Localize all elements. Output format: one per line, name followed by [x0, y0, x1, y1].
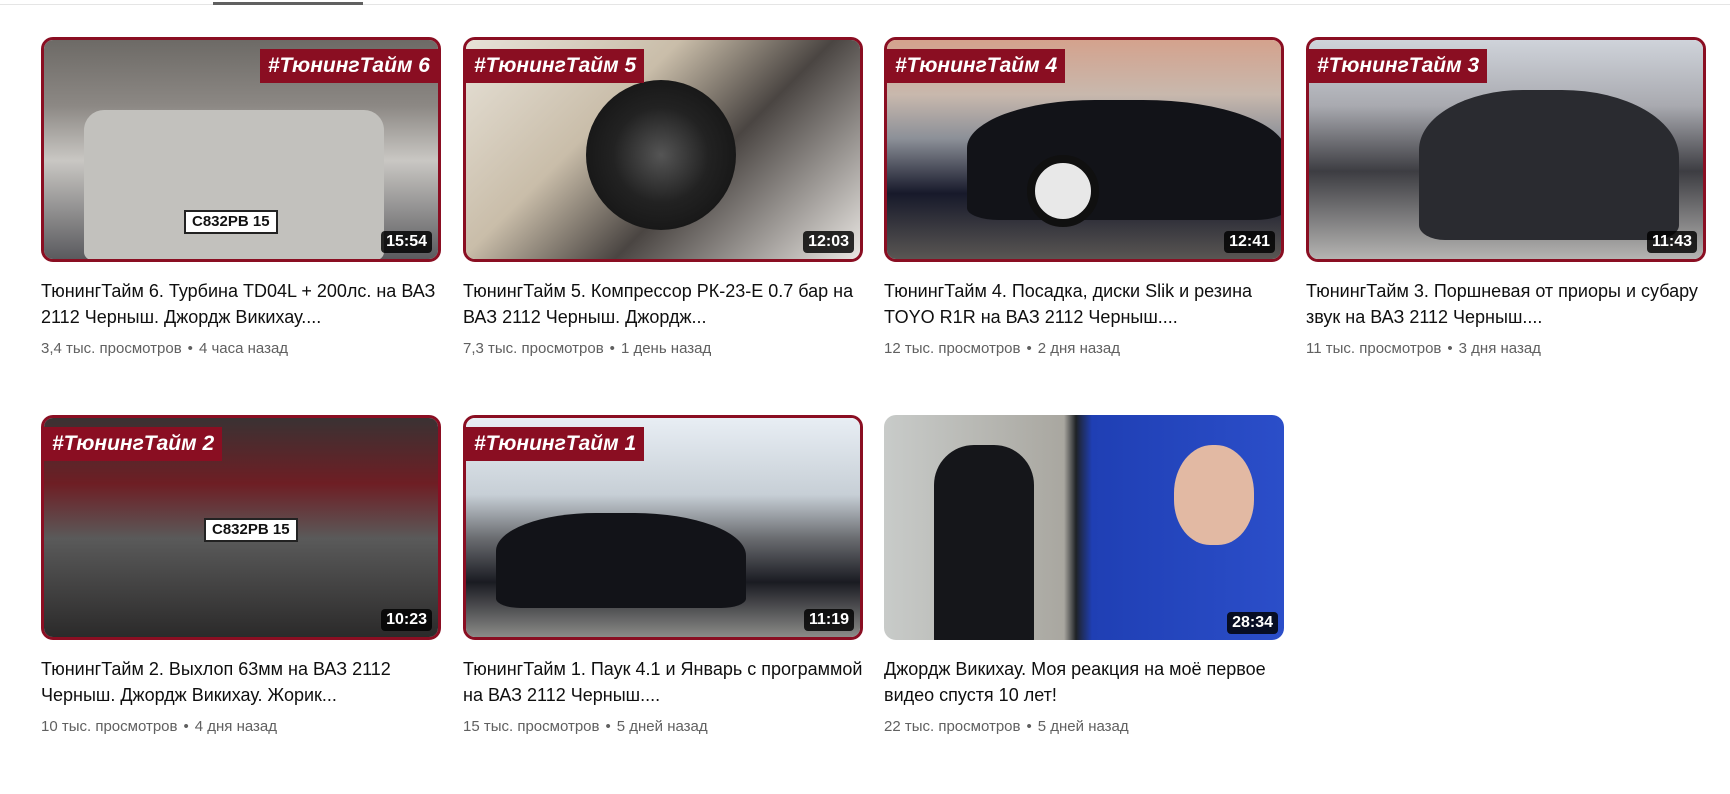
- series-tag: #ТюнингТайм 3: [1309, 49, 1488, 83]
- series-tag: #ТюнингТайм 5: [466, 49, 645, 83]
- video-title[interactable]: Джордж Викихау. Моя реакция на моё перво…: [884, 656, 1284, 708]
- upload-age: 5 дней назад: [616, 718, 708, 735]
- video-card[interactable]: #ТюнингТайм 4 12:41 ТюнингТайм 4. Посадк…: [884, 37, 1284, 357]
- video-title[interactable]: ТюнингТайм 2. Выхлоп 63мм на ВАЗ 2112 Че…: [41, 656, 441, 708]
- video-thumbnail[interactable]: 28:34: [884, 415, 1284, 640]
- video-thumbnail[interactable]: #ТюнингТайм 1 11:19: [463, 415, 863, 640]
- video-metadata: 3,4 тыс. просмотров • 4 часа назад: [41, 340, 441, 357]
- video-duration: 12:03: [803, 231, 854, 253]
- video-thumbnail[interactable]: #ТюнингТайм 5 12:03: [463, 37, 863, 262]
- upload-age: 5 дней назад: [1037, 718, 1129, 735]
- view-count: 7,3 тыс. просмотров: [463, 340, 604, 357]
- meta-separator: •: [1447, 340, 1453, 357]
- license-plate: С832РВ 15: [184, 210, 278, 234]
- series-tag: #ТюнингТайм 6: [259, 49, 438, 83]
- series-tag: #ТюнингТайм 1: [466, 427, 645, 461]
- meta-separator: •: [1026, 718, 1032, 735]
- video-card[interactable]: С832РВ 15 #ТюнингТайм 6 15:54 ТюнингТайм…: [41, 37, 441, 357]
- video-duration: 28:34: [1227, 612, 1278, 634]
- view-count: 15 тыс. просмотров: [463, 718, 600, 735]
- video-duration: 15:54: [381, 231, 432, 253]
- upload-age: 4 дня назад: [194, 718, 278, 735]
- meta-separator: •: [1026, 340, 1032, 357]
- active-tab-indicator: [213, 2, 363, 5]
- video-metadata: 10 тыс. просмотров • 4 дня назад: [41, 718, 441, 735]
- meta-separator: •: [609, 340, 615, 357]
- upload-age: 1 день назад: [620, 340, 712, 357]
- video-metadata: 22 тыс. просмотров • 5 дней назад: [884, 718, 1284, 735]
- video-duration: 11:19: [803, 609, 854, 631]
- video-card[interactable]: 28:34 Джордж Викихау. Моя реакция на моё…: [884, 415, 1284, 735]
- video-card[interactable]: #ТюнингТайм 3 11:43 ТюнингТайм 3. Поршне…: [1306, 37, 1706, 357]
- video-title[interactable]: ТюнингТайм 4. Посадка, диски Slik и рези…: [884, 278, 1284, 330]
- thumbnail-image: [884, 415, 1284, 640]
- video-thumbnail[interactable]: С832РВ 15 #ТюнингТайм 2 10:23: [41, 415, 441, 640]
- video-thumbnail[interactable]: #ТюнингТайм 4 12:41: [884, 37, 1284, 262]
- view-count: 10 тыс. просмотров: [41, 718, 178, 735]
- meta-separator: •: [183, 718, 189, 735]
- video-title[interactable]: ТюнингТайм 5. Компрессор РК-23-Е 0.7 бар…: [463, 278, 863, 330]
- video-duration: 11:43: [1646, 231, 1697, 253]
- video-title[interactable]: ТюнингТайм 6. Турбина TD04L + 200лс. на …: [41, 278, 441, 330]
- meta-separator: •: [187, 340, 193, 357]
- view-count: 11 тыс. просмотров: [1306, 340, 1442, 357]
- series-tag: #ТюнингТайм 2: [44, 427, 223, 461]
- video-metadata: 11 тыс. просмотров • 3 дня назад: [1306, 340, 1706, 357]
- view-count: 3,4 тыс. просмотров: [41, 340, 182, 357]
- video-metadata: 7,3 тыс. просмотров • 1 день назад: [463, 340, 863, 357]
- video-card[interactable]: С832РВ 15 #ТюнингТайм 2 10:23 ТюнингТайм…: [41, 415, 441, 735]
- video-duration: 12:41: [1224, 231, 1275, 253]
- video-metadata: 12 тыс. просмотров • 2 дня назад: [884, 340, 1284, 357]
- view-count: 12 тыс. просмотров: [884, 340, 1021, 357]
- upload-age: 3 дня назад: [1458, 340, 1541, 357]
- upload-age: 2 дня назад: [1037, 340, 1121, 357]
- series-tag: #ТюнингТайм 4: [887, 49, 1066, 83]
- license-plate: С832РВ 15: [204, 518, 298, 542]
- video-card[interactable]: #ТюнингТайм 1 11:19 ТюнингТайм 1. Паук 4…: [463, 415, 863, 735]
- video-metadata: 15 тыс. просмотров • 5 дней назад: [463, 718, 863, 735]
- video-title[interactable]: ТюнингТайм 1. Паук 4.1 и Январь с програ…: [463, 656, 863, 708]
- video-title[interactable]: ТюнингТайм 3. Поршневая от приоры и суба…: [1306, 278, 1706, 330]
- video-thumbnail[interactable]: С832РВ 15 #ТюнингТайм 6 15:54: [41, 37, 441, 262]
- upload-age: 4 часа назад: [198, 340, 289, 357]
- video-thumbnail[interactable]: #ТюнингТайм 3 11:43: [1306, 37, 1706, 262]
- meta-separator: •: [605, 718, 611, 735]
- view-count: 22 тыс. просмотров: [884, 718, 1021, 735]
- video-card[interactable]: #ТюнингТайм 5 12:03 ТюнингТайм 5. Компре…: [463, 37, 863, 357]
- video-duration: 10:23: [381, 609, 432, 631]
